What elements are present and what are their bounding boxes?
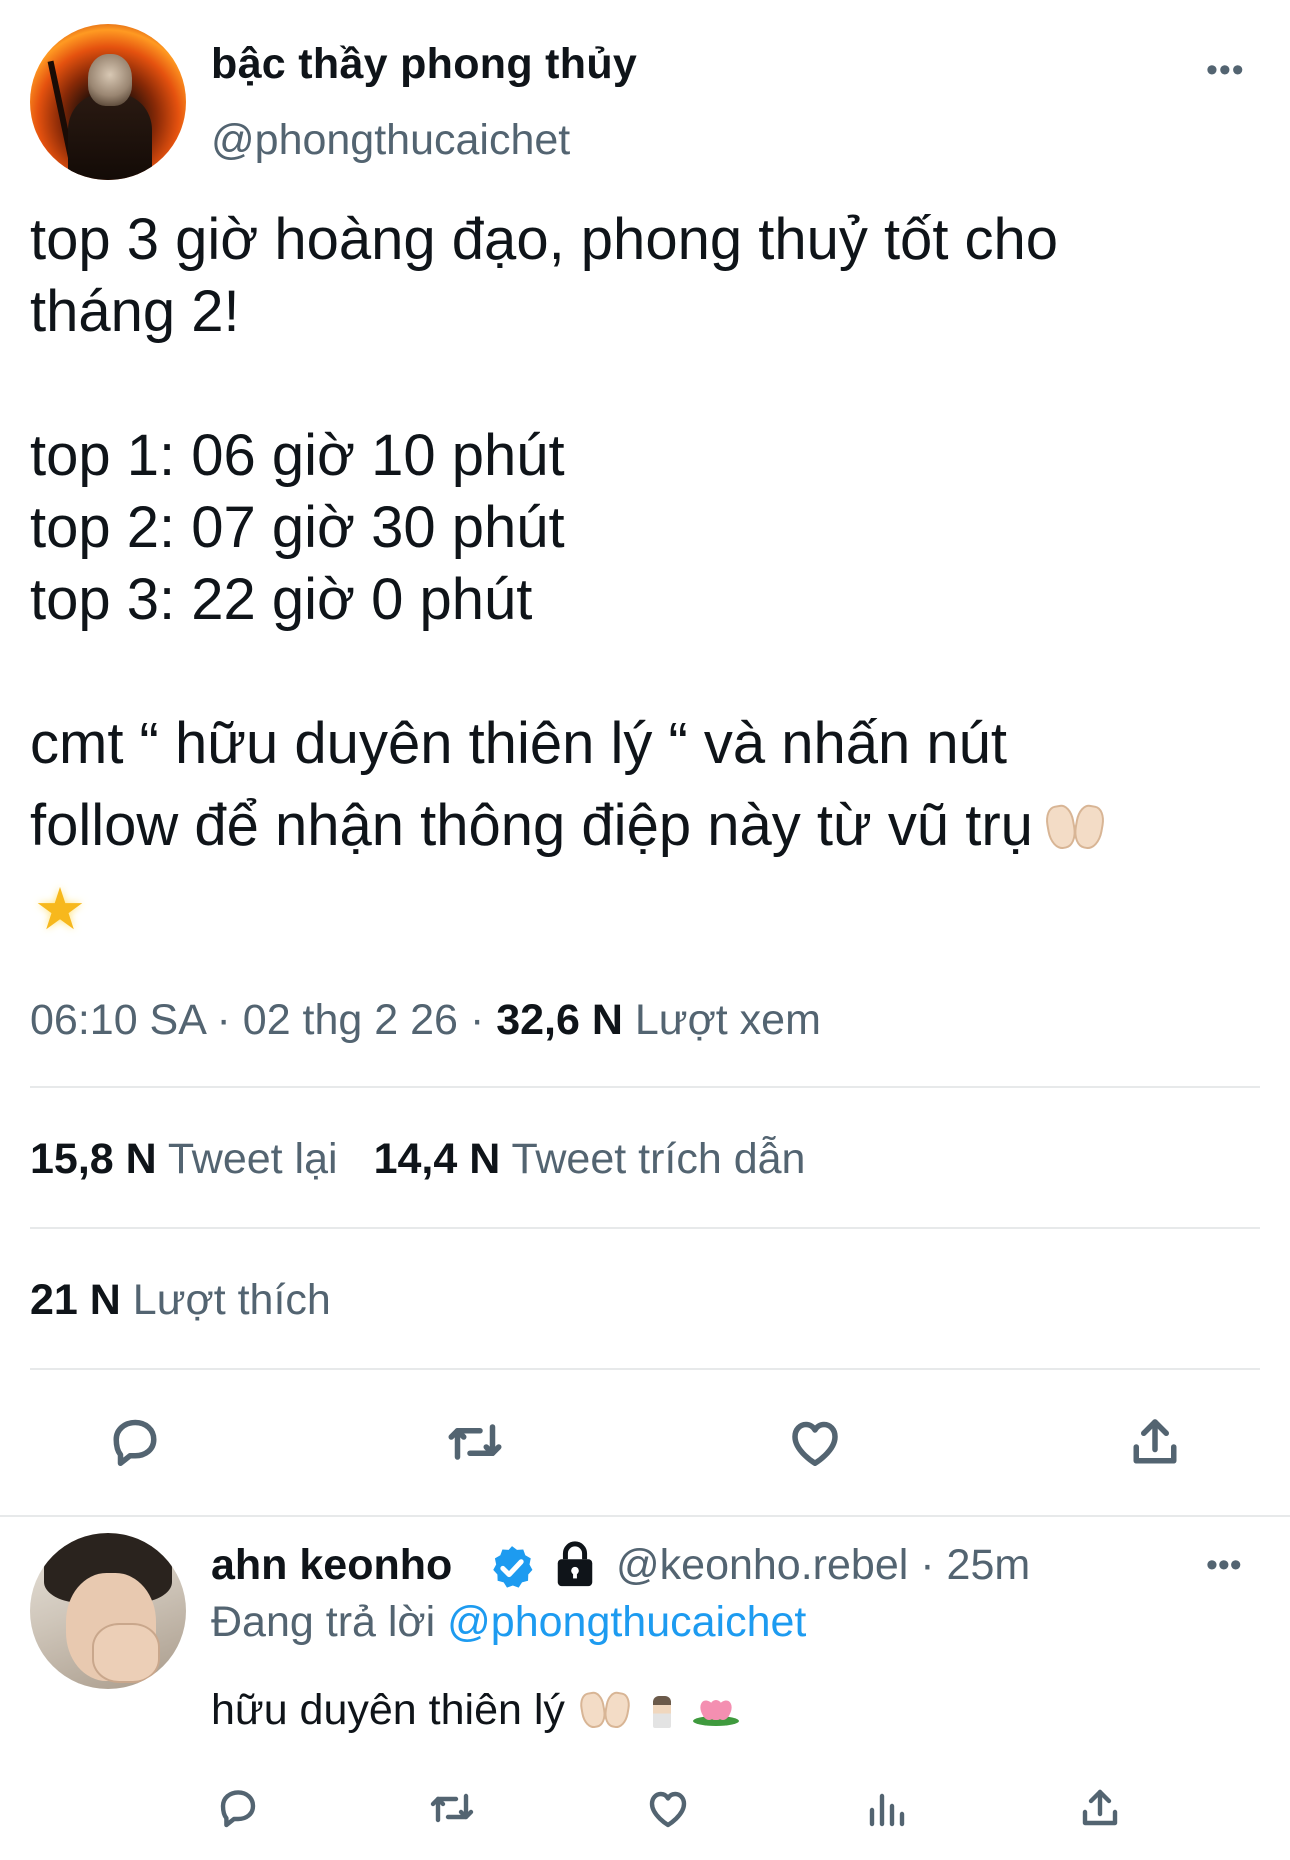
tweet-text-line-6: cmt “ hữu duyên thiên lý “ và nhấn nút	[30, 711, 1008, 776]
reply-author-handle[interactable]: @keonho.rebel	[616, 1541, 908, 1589]
verified-badge-icon	[493, 1546, 533, 1588]
raised-hands-emoji-icon	[577, 1690, 632, 1730]
retweets-count: 15,8 N	[30, 1135, 157, 1183]
views-count: 32,6 N	[496, 996, 623, 1044]
retweet-icon	[430, 1793, 474, 1823]
likes-stat[interactable]: 21 N Lượt thích	[30, 1276, 331, 1325]
tweet-meta: 06:10 SA · 02 thg 2 26 · 32,6 N Lượt xem	[30, 996, 821, 1045]
share-stats-row: 15,8 N Tweet lại 14,4 N Tweet trích dẫn	[30, 1135, 805, 1184]
likes-count: 21 N	[30, 1276, 121, 1324]
reply-share-button[interactable]	[1072, 1780, 1128, 1836]
analytics-icon	[869, 1793, 905, 1827]
divider	[30, 1227, 1260, 1229]
share-button[interactable]	[1120, 1407, 1190, 1477]
divider	[0, 1515, 1290, 1517]
meta-separator: ·	[469, 996, 485, 1044]
quotes-stat[interactable]: 14,4 N Tweet trích dẫn	[374, 1135, 806, 1183]
reply-button[interactable]	[100, 1407, 170, 1477]
reply-icon	[220, 1790, 256, 1828]
raised-hands-emoji-icon	[1043, 802, 1107, 852]
tweet-text-line-4: top 2: 07 giờ 30 phút	[30, 495, 565, 560]
reply-icon	[113, 1419, 157, 1466]
like-icon	[649, 1791, 687, 1828]
retweet-button[interactable]	[440, 1407, 510, 1477]
replying-mention-link[interactable]: @phongthucaichet	[447, 1598, 806, 1646]
glowing-star-emoji-icon: ★	[34, 877, 86, 942]
reply-author-avatar[interactable]	[30, 1533, 186, 1689]
reply-text-content: hữu duyên thiên lý	[211, 1686, 565, 1734]
share-icon	[1082, 1789, 1118, 1826]
reply-text: hữu duyên thiên lý	[211, 1686, 739, 1735]
reply-retweet-button[interactable]	[424, 1780, 480, 1836]
reply-like-button[interactable]	[640, 1780, 696, 1836]
avatar-robe	[68, 94, 152, 180]
author-handle[interactable]: @phongthucaichet	[211, 116, 570, 165]
retweets-stat[interactable]: 15,8 N Tweet lại	[30, 1135, 338, 1183]
reply-time-ago[interactable]: 25m	[947, 1541, 1031, 1589]
replying-to: Đang trả lời @phongthucaichet	[211, 1598, 806, 1647]
tweet-text-line-5: top 3: 22 giờ 0 phút	[30, 567, 533, 632]
avatar-skull	[88, 54, 132, 106]
more-options-icon[interactable]: •••	[1206, 53, 1245, 87]
views-label: Lượt xem	[634, 996, 821, 1044]
reply-author-name[interactable]: ahn keonho	[211, 1541, 452, 1590]
reply-separator: ·	[920, 1541, 935, 1589]
author-name[interactable]: bậc thầy phong thủy	[211, 40, 637, 89]
tweet-date[interactable]: 02 thg 2 26	[243, 996, 458, 1044]
divider	[30, 1368, 1260, 1370]
reply-reply-button[interactable]	[210, 1780, 266, 1836]
tweet-text-line-7-wrap: follow để nhận thông điệp này từ vũ trụ	[30, 790, 1107, 862]
reply-handle-time: @keonho.rebel · 25m	[616, 1541, 1030, 1590]
reply-analytics-button[interactable]	[858, 1780, 914, 1836]
lotus-emoji-icon	[692, 1697, 739, 1726]
retweet-icon	[448, 1424, 502, 1460]
quotes-count: 14,4 N	[373, 1135, 501, 1183]
like-icon	[792, 1421, 838, 1466]
tweet-text-line-7: follow để nhận thông điệp này từ vũ trụ	[30, 793, 1033, 858]
like-button[interactable]	[780, 1407, 850, 1477]
person-praying-emoji-icon	[652, 1696, 671, 1728]
lock-icon	[557, 1541, 593, 1587]
divider	[30, 1086, 1260, 1088]
likes-label: Lượt thích	[132, 1276, 331, 1324]
replying-prefix: Đang trả lời	[211, 1598, 436, 1646]
tweet-time[interactable]: 06:10 SA	[30, 996, 205, 1044]
reply-more-options-icon[interactable]: •••	[1206, 1548, 1242, 1582]
author-avatar[interactable]	[30, 24, 186, 180]
retweets-label: Tweet lại	[167, 1135, 338, 1183]
tweet-text-line-1: top 3 giờ hoàng đạo, phong thuỷ tốt cho	[30, 207, 1059, 272]
meta-separator: ·	[216, 996, 231, 1044]
quotes-label: Tweet trích dẫn	[511, 1135, 806, 1183]
share-icon	[1133, 1419, 1177, 1464]
tweet-text-line-3: top 1: 06 giờ 10 phút	[30, 423, 565, 488]
tweet-text-line-2: tháng 2!	[30, 279, 240, 344]
